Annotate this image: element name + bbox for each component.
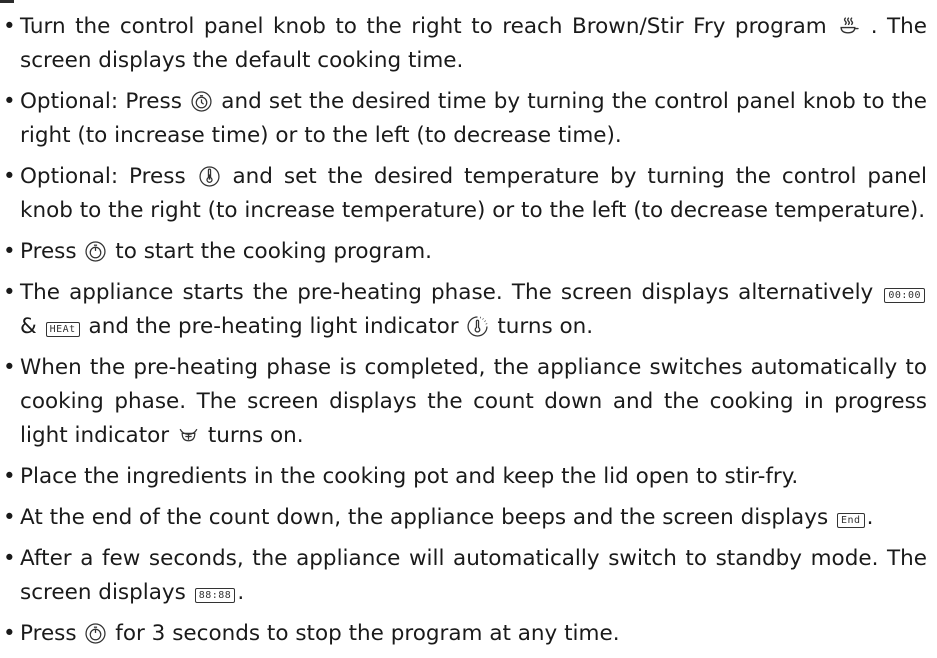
instruction-text: to start the cooking program. [115, 239, 432, 264]
timer-icon [191, 91, 212, 112]
brown-stir-fry-icon [838, 16, 859, 37]
instruction-text: After a few seconds, the appliance will … [20, 546, 927, 605]
list-item: Turn the control panel knob to the right… [3, 10, 927, 78]
thermometer-icon [198, 166, 220, 187]
instruction-text: The appliance starts the pre-heating pha… [20, 280, 874, 305]
instruction-text: Press [20, 621, 77, 646]
list-item: Place the ingredients in the cooking pot… [3, 460, 927, 494]
instruction-text: turns on. [497, 314, 594, 339]
start-stop-icon [85, 241, 107, 262]
list-item: The appliance starts the pre-heating pha… [3, 276, 927, 344]
cooking-indicator-icon [178, 425, 199, 446]
instruction-text: Place the ingredients in the cooking pot… [20, 464, 799, 489]
instruction-list: Turn the control panel knob to the right… [3, 10, 927, 658]
instruction-text: When the pre-heating phase is completed,… [20, 355, 927, 448]
lcd-standby-display: 88:88 [194, 588, 236, 603]
start-stop-icon [85, 623, 107, 644]
lcd-heat-display: HEAt [45, 322, 80, 337]
lcd-time-display: 00:00 [884, 288, 925, 303]
instruction-text: for 3 seconds to stop the program at any… [115, 621, 620, 646]
list-item: Optional: Press and set the desired time… [3, 85, 927, 153]
list-item: When the pre-heating phase is completed,… [3, 351, 927, 453]
instruction-text: & [20, 314, 37, 339]
instruction-text: . [237, 580, 245, 605]
instruction-text: turns on. [207, 423, 304, 448]
preheat-indicator-icon [467, 316, 489, 337]
instruction-text: and the pre-heating light indicator [88, 314, 459, 339]
instruction-text: At the end of the count down, the applia… [20, 505, 829, 530]
lcd-end-display: End [837, 513, 865, 528]
list-item: After a few seconds, the appliance will … [3, 542, 927, 610]
instruction-text: Press [20, 239, 77, 264]
instruction-text: Optional: Press [20, 164, 186, 189]
instruction-text: . [866, 505, 874, 530]
instruction-text: Turn the control panel knob to the right… [20, 14, 827, 39]
list-item: Press for 3 seconds to stop the program … [3, 617, 927, 651]
instruction-text: Optional: Press [20, 89, 182, 114]
list-item: Optional: Press and set the desired temp… [3, 160, 927, 228]
list-item: Press to start the cooking program. [3, 235, 927, 269]
list-item: At the end of the count down, the applia… [3, 501, 927, 535]
top-divider-mark [0, 0, 14, 3]
